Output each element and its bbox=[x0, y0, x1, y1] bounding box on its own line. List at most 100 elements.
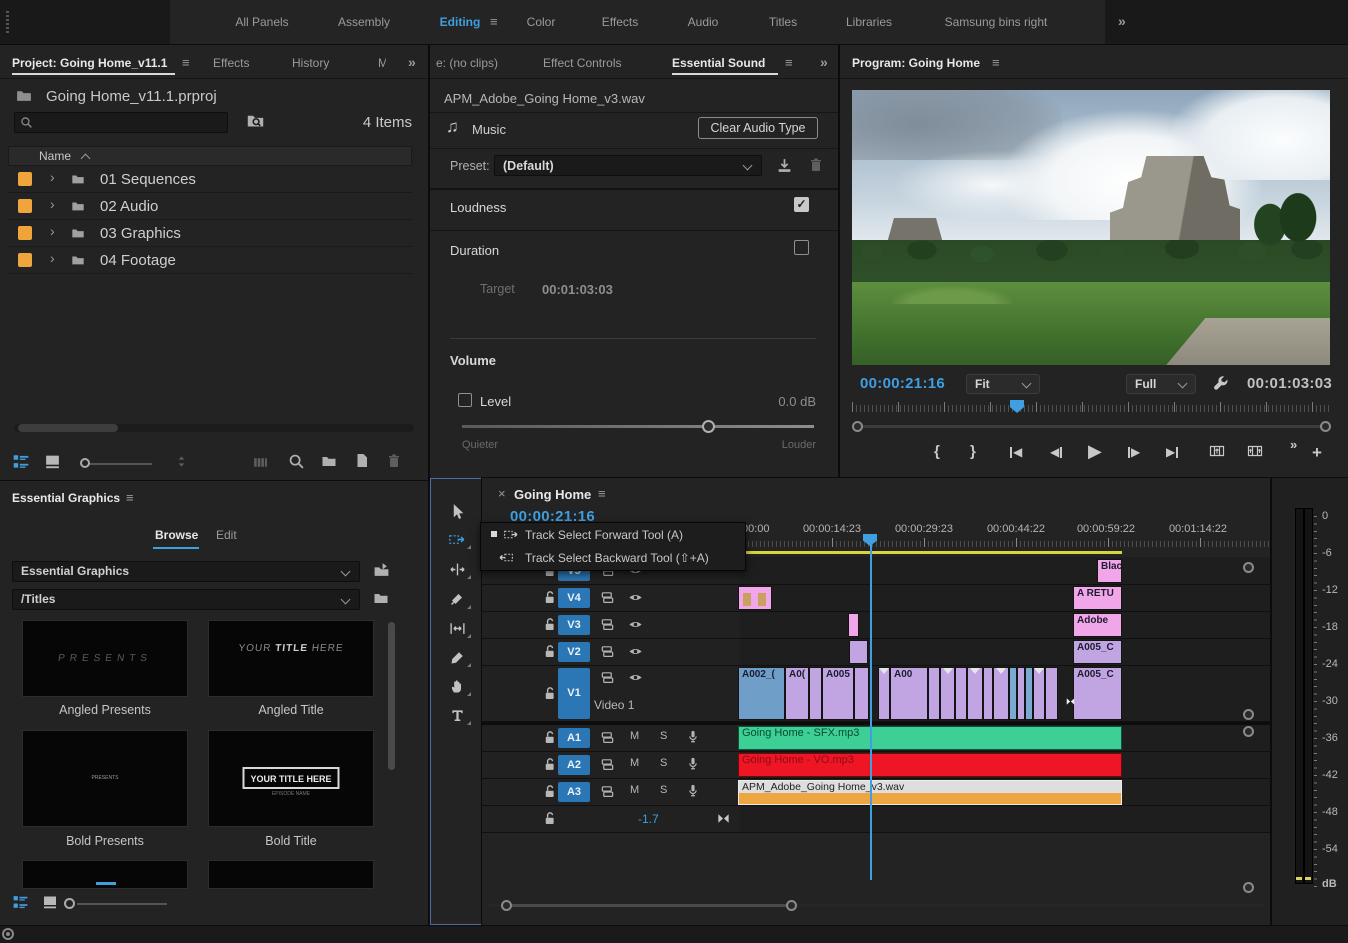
menu-item-track-select-forward[interactable]: Track Select Forward Tool (A) bbox=[481, 523, 745, 546]
clip-v1[interactable] bbox=[1033, 667, 1045, 720]
program-menu-icon[interactable]: ≡ bbox=[992, 55, 1000, 70]
list-view-button[interactable] bbox=[12, 453, 30, 474]
solo-button[interactable]: S bbox=[660, 757, 667, 769]
workspace-tab-samsung-bins-right[interactable]: Samsung bins right bbox=[945, 15, 1048, 29]
essential-sound-overflow-icon[interactable]: » bbox=[820, 54, 828, 70]
clear-button[interactable] bbox=[386, 453, 402, 472]
tab-media-truncated[interactable]: M bbox=[378, 56, 386, 70]
essential-graphics-menu-icon[interactable]: ≡ bbox=[126, 490, 134, 505]
template-name[interactable]: Angled Presents bbox=[22, 703, 188, 717]
track-target-a2[interactable]: A2 bbox=[558, 755, 590, 775]
duration-section-label[interactable]: Duration bbox=[450, 243, 499, 258]
extract-button[interactable] bbox=[1246, 443, 1264, 462]
clip-v1[interactable] bbox=[854, 667, 869, 720]
target-value[interactable]: 00:01:03:03 bbox=[542, 282, 613, 297]
pen-tool[interactable] bbox=[440, 645, 474, 669]
type-tool[interactable] bbox=[440, 703, 474, 727]
expand-chevron-icon[interactable]: › bbox=[50, 169, 55, 185]
clip-v3-small[interactable] bbox=[848, 613, 859, 637]
template-thumb-angled-title[interactable]: YOUR TITLE HERE bbox=[208, 620, 374, 697]
tab-source-truncated[interactable]: e: (no clips) bbox=[436, 56, 498, 70]
thumbnail-zoom-handle[interactable] bbox=[80, 458, 90, 468]
tab-edit[interactable]: Edit bbox=[216, 528, 237, 542]
mic-icon[interactable] bbox=[686, 783, 700, 801]
zoom-level-dropdown[interactable]: Fit bbox=[966, 374, 1040, 394]
find-button[interactable] bbox=[288, 453, 305, 473]
new-item-button[interactable] bbox=[354, 452, 370, 472]
clip-a3-music-selected[interactable]: APM_Adobe_Going Home_v3.wav bbox=[738, 780, 1122, 805]
clip-v1[interactable]: A002_( bbox=[738, 667, 785, 720]
go-to-in-button[interactable]: ◀ bbox=[1010, 445, 1022, 459]
library-dropdown[interactable]: Essential Graphics bbox=[12, 561, 360, 582]
tab-history[interactable]: History bbox=[292, 56, 329, 70]
thumbnail-zoom-slider[interactable] bbox=[88, 463, 152, 465]
duration-checkbox[interactable] bbox=[794, 240, 809, 255]
save-preset-button[interactable] bbox=[776, 157, 793, 177]
timeline-playhead-line[interactable] bbox=[870, 540, 872, 880]
clip-a2-vo[interactable]: Going Home - VO.mp3 bbox=[738, 753, 1122, 777]
panel-drag-handle[interactable] bbox=[6, 11, 9, 33]
bin-row-footage[interactable]: › 04 Footage bbox=[8, 247, 412, 274]
thumbnail-view-button[interactable] bbox=[42, 894, 58, 913]
list-header[interactable]: Name bbox=[8, 146, 412, 166]
sync-lock-icon[interactable] bbox=[600, 757, 615, 775]
lock-icon[interactable] bbox=[542, 590, 557, 608]
workspace-tab-all-panels[interactable]: All Panels bbox=[235, 15, 288, 29]
bin-name-label[interactable]: 01 Sequences bbox=[100, 171, 196, 188]
preset-dropdown[interactable]: (Default) bbox=[494, 155, 762, 176]
sync-lock-icon[interactable] bbox=[600, 644, 615, 662]
clip-v1[interactable] bbox=[967, 667, 983, 720]
track-target-v1[interactable]: V1 bbox=[558, 668, 590, 719]
track-target-a3[interactable]: A3 bbox=[558, 782, 590, 802]
template-thumb-bold-title[interactable]: YOUR TITLE HERE EPISODE NAME bbox=[208, 730, 374, 827]
name-column-header[interactable]: Name bbox=[39, 149, 71, 163]
program-scrollbar-track[interactable] bbox=[860, 425, 1322, 428]
expand-chevron-icon[interactable]: › bbox=[50, 196, 55, 212]
menu-item-track-select-backward[interactable]: Track Select Backward Tool (⇧+A) bbox=[481, 546, 745, 569]
track-name-v1[interactable]: Video 1 bbox=[594, 698, 634, 712]
workspace-tab-libraries[interactable]: Libraries bbox=[846, 15, 892, 29]
eye-icon[interactable] bbox=[628, 644, 643, 662]
level-checkbox[interactable] bbox=[458, 393, 472, 407]
mark-out-button[interactable]: } bbox=[970, 443, 976, 460]
audio-vscroll-top-handle[interactable] bbox=[1243, 726, 1254, 737]
timeline-hscrollbar-handle[interactable] bbox=[507, 904, 792, 907]
bin-name-label[interactable]: 04 Footage bbox=[100, 252, 176, 269]
play-button[interactable]: ▶ bbox=[1088, 441, 1102, 462]
template-thumb-angled-presents[interactable]: PRESENTS bbox=[22, 620, 188, 697]
mix-bowtie-icon[interactable] bbox=[716, 811, 731, 829]
track-select-forward-tool[interactable] bbox=[440, 527, 474, 551]
label-color-swatch[interactable] bbox=[18, 226, 32, 240]
bin-row-audio[interactable]: › 02 Audio bbox=[8, 193, 412, 220]
mic-icon[interactable] bbox=[686, 729, 700, 747]
workspace-overflow-icon[interactable]: » bbox=[1118, 13, 1126, 29]
clip-v1[interactable] bbox=[940, 667, 955, 720]
templates-vscrollbar[interactable] bbox=[388, 622, 395, 770]
folder-dropdown[interactable]: /Titles bbox=[12, 589, 360, 610]
timeline-tab-close-icon[interactable]: × bbox=[498, 486, 506, 501]
hand-tool[interactable] bbox=[440, 674, 474, 698]
clip-v1[interactable] bbox=[878, 667, 890, 720]
solo-button[interactable]: S bbox=[660, 730, 667, 742]
program-scroll-handle-left[interactable] bbox=[852, 421, 863, 432]
clip-v4-right[interactable]: A RETU bbox=[1073, 586, 1122, 610]
lock-icon[interactable] bbox=[542, 757, 557, 775]
tab-essential-sound[interactable]: Essential Sound bbox=[672, 56, 765, 70]
install-motion-template-button[interactable] bbox=[372, 562, 391, 582]
project-hscrollbar-handle[interactable] bbox=[18, 424, 118, 432]
ripple-edit-tool[interactable] bbox=[440, 557, 474, 581]
folder-search-button[interactable] bbox=[246, 111, 265, 133]
loudness-checkbox[interactable]: ✓ bbox=[794, 197, 809, 212]
expand-chevron-icon[interactable]: › bbox=[50, 250, 55, 266]
project-tabs-overflow-icon[interactable]: » bbox=[408, 54, 416, 70]
sync-lock-icon[interactable] bbox=[600, 730, 615, 748]
lock-icon[interactable] bbox=[542, 644, 557, 662]
clip-v1[interactable] bbox=[928, 667, 940, 720]
expand-chevron-icon[interactable]: › bbox=[50, 223, 55, 239]
clip-a1-sfx[interactable]: Going Home - SFX.mp3 bbox=[738, 726, 1122, 750]
label-color-swatch[interactable] bbox=[18, 172, 32, 186]
video-vscroll-top-handle[interactable] bbox=[1243, 562, 1254, 573]
playback-resolution-dropdown[interactable]: Full bbox=[1126, 374, 1196, 394]
essential-sound-menu-icon[interactable]: ≡ bbox=[785, 55, 793, 70]
timeline-hscroll-right-handle[interactable] bbox=[786, 900, 797, 911]
